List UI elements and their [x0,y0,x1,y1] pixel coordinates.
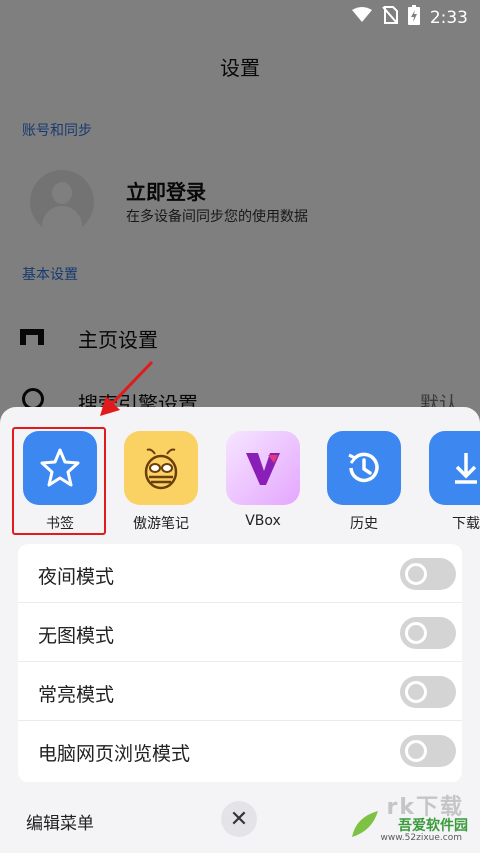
toggle-row-desktop-mode[interactable]: 电脑网页浏览模式 [18,721,462,780]
toggle-settings-card: 夜间模式 无图模式 常亮模式 电脑网页浏览模式 [18,544,462,782]
app-label: 历史 [350,516,378,532]
history-icon [327,431,401,505]
watermark: rk下载 吾爱软件园 www.52zixue.com [346,789,472,847]
watermark-logo-icon [352,811,378,837]
watermark-url: www.52zixue.com [380,833,462,843]
app-vbox[interactable]: VBox [225,431,301,529]
edit-menu-button[interactable]: 编辑菜单 [26,809,94,834]
bee-icon [124,431,198,505]
keep-awake-switch[interactable] [400,676,456,708]
wifi-icon [351,7,372,28]
annotation-arrow-icon [100,360,154,416]
no-sim-icon [382,6,398,29]
app-downloads[interactable]: 下载 [428,431,480,533]
app-label: 下载 [452,516,480,532]
close-button[interactable]: ✕ [221,801,257,837]
toggle-row-night-mode[interactable]: 夜间模式 [18,544,462,603]
app-history[interactable]: 历史 [326,431,402,533]
toggle-label: 夜间模式 [38,566,115,588]
download-icon [429,431,480,505]
status-time: 2:33 [429,7,468,28]
toggle-label: 电脑网页浏览模式 [38,743,191,765]
night-mode-switch[interactable] [400,558,456,590]
app-label: VBox [245,513,281,529]
toggle-row-keep-awake[interactable]: 常亮模式 [18,662,462,721]
app-notes[interactable]: 傲游笔记 [123,431,199,533]
status-bar: 2:33 [0,0,480,34]
watermark-brand: 吾爱软件园 [398,818,468,834]
desktop-mode-switch[interactable] [400,735,456,767]
battery-icon [407,5,420,30]
vbox-logo [226,431,300,505]
toggle-row-no-image[interactable]: 无图模式 [18,603,462,662]
close-icon: ✕ [229,806,249,832]
app-label: 傲游笔记 [133,516,189,532]
no-image-switch[interactable] [400,617,456,649]
toggle-label: 常亮模式 [38,684,115,706]
highlight-box [12,427,106,535]
toggle-label: 无图模式 [38,625,115,647]
